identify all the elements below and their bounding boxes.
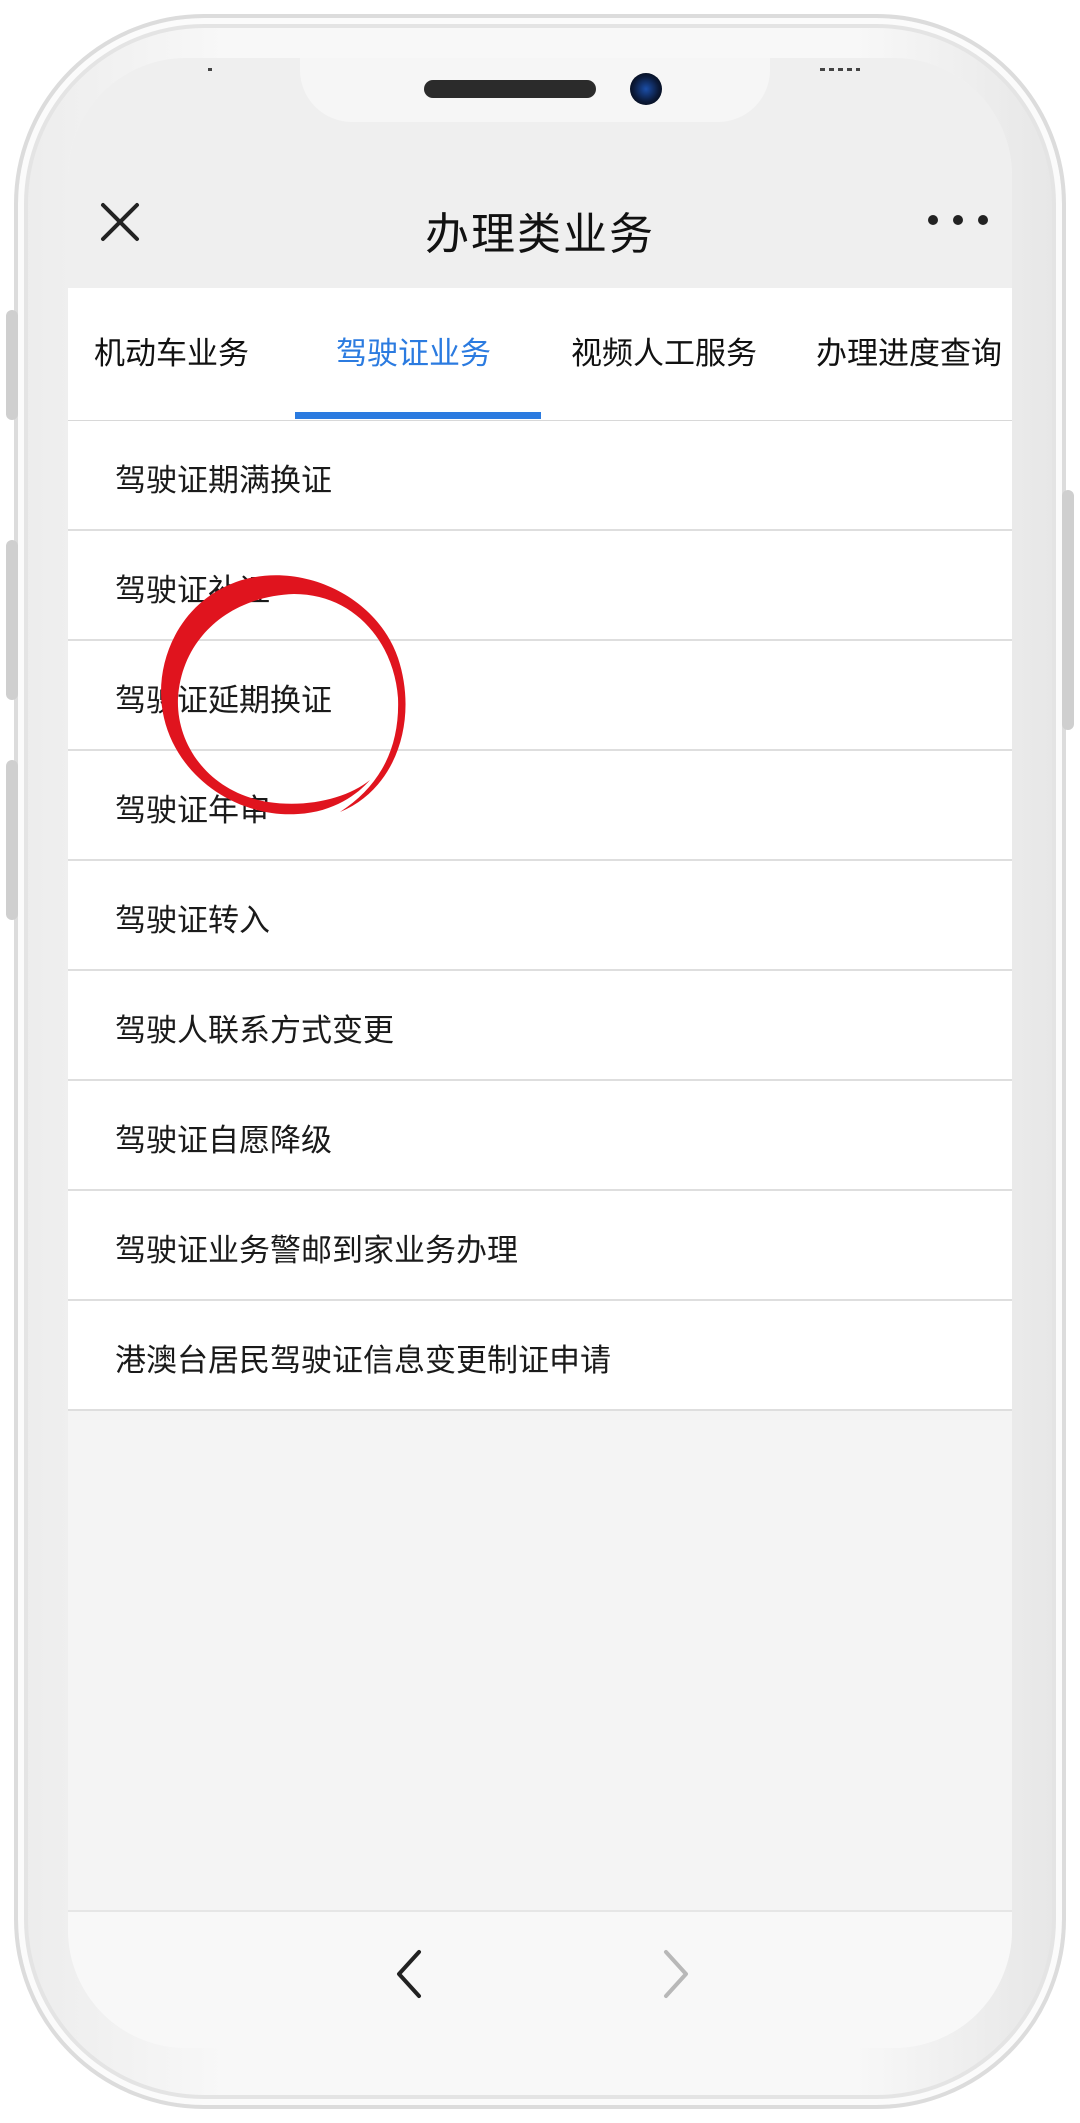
tab-video-service[interactable]: 视频人工服务: [571, 328, 757, 373]
list-item-label: 驾驶证期满换证: [115, 463, 332, 499]
status-bar: [68, 58, 1012, 158]
list-item-label: 驾驶人联系方式变更: [115, 1013, 394, 1049]
list-item[interactable]: 驾驶证年审: [68, 751, 1012, 861]
more-dot: [928, 215, 938, 225]
active-tab-indicator: [295, 412, 541, 419]
phone-notch: [300, 58, 770, 122]
list-item-label: 驾驶证延期换证: [115, 683, 332, 719]
page-title: 办理类业务: [425, 209, 655, 260]
list-item-label: 驾驶证业务警邮到家业务办理: [115, 1233, 518, 1269]
list-item[interactable]: 驾驶人联系方式变更: [68, 971, 1012, 1081]
list-item[interactable]: 驾驶证业务警邮到家业务办理: [68, 1191, 1012, 1301]
speaker-grille: [424, 80, 596, 98]
list-item-label: 驾驶证转入: [115, 903, 270, 939]
phone-side-button: [1062, 490, 1074, 730]
status-indicator: [208, 68, 212, 71]
more-dot: [978, 215, 988, 225]
list-item[interactable]: 驾驶证自愿降级: [68, 1081, 1012, 1191]
tab-bar: 机动车业务 驾驶证业务 视频人工服务 办理进度查询: [68, 288, 1012, 421]
phone-side-button: [6, 540, 18, 700]
phone-side-button: [6, 760, 18, 920]
chevron-right-icon[interactable]: [658, 1948, 694, 2000]
chevron-left-icon[interactable]: [391, 1948, 427, 2000]
tab-vehicle[interactable]: 机动车业务: [94, 328, 249, 373]
camera-icon: [630, 73, 662, 105]
list-item[interactable]: 驾驶证延期换证: [68, 641, 1012, 751]
phone-side-button: [6, 310, 18, 420]
top-navigation-bar: 办理类业务: [68, 158, 1012, 288]
tab-progress-query[interactable]: 办理进度查询: [816, 328, 1002, 373]
bottom-navigation-bar: [68, 1910, 1012, 2048]
list-item[interactable]: 港澳台居民驾驶证信息变更制证申请: [68, 1301, 1012, 1411]
list-item-label: 驾驶证年审: [115, 793, 270, 829]
list-item-label: 驾驶证自愿降级: [115, 1123, 332, 1159]
list-item-label: 港澳台居民驾驶证信息变更制证申请: [115, 1343, 611, 1379]
list-item[interactable]: 驾驶证转入: [68, 861, 1012, 971]
list-item[interactable]: 驾驶证期满换证: [68, 421, 1012, 531]
list-item-label: 驾驶证补证: [115, 573, 270, 609]
service-list: 驾驶证期满换证 驾驶证补证 驾驶证延期换证 驾驶证年审 驾驶证转入 驾驶人联系方…: [68, 421, 1012, 1411]
phone-screen: 办理类业务 机动车业务 驾驶证业务 视频人工服务 办理进度查询 驾驶证期满换证 …: [68, 58, 1012, 2048]
tab-license[interactable]: 驾驶证业务: [336, 328, 491, 373]
list-item[interactable]: 驾驶证补证: [68, 531, 1012, 641]
more-icon[interactable]: [928, 210, 988, 230]
status-indicator: [820, 68, 860, 71]
more-dot: [953, 215, 963, 225]
